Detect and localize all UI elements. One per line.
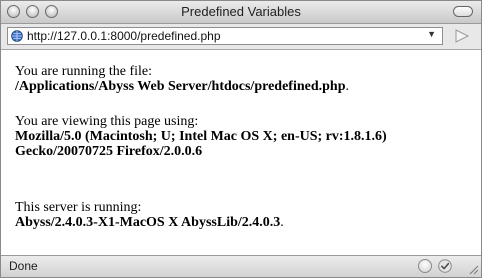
browser-window: Predefined Variables http://127.0.0.1:80… [0, 0, 482, 278]
window-title: Predefined Variables [181, 4, 301, 19]
title-bar[interactable]: Predefined Variables [1, 1, 481, 24]
security-status-icon[interactable] [438, 259, 452, 273]
server-label: This server is running: [15, 200, 142, 215]
running-file-period: . [345, 79, 349, 94]
server-software: Abyss/2.4.0.3-X1-MacOS X AbyssLib/2.4.0.… [15, 215, 281, 230]
page-content: You are running the file: /Applications/… [1, 50, 481, 255]
server-period: . [280, 215, 284, 230]
status-indicator-icon [418, 259, 432, 273]
running-file-path: /Applications/Abyss Web Server/htdocs/pr… [15, 79, 346, 94]
user-agent-label: You are viewing this page using: [15, 114, 199, 129]
go-button[interactable] [449, 27, 473, 45]
resize-grip-icon[interactable] [467, 263, 479, 275]
running-file-label: You are running the file: [15, 64, 152, 79]
toolbar-toggle-button[interactable] [453, 6, 473, 17]
user-agent-line-1: Mozilla/5.0 (Macintosh; U; Intel Mac OS … [15, 129, 387, 144]
status-text: Done [9, 259, 38, 273]
status-bar: Done [1, 255, 481, 277]
paragraph-running-file: You are running the file: /Applications/… [15, 64, 475, 94]
url-text: http://127.0.0.1:8000/predefined.php [27, 29, 221, 43]
url-field[interactable]: http://127.0.0.1:8000/predefined.php ▼ [7, 27, 443, 45]
url-history-dropdown-icon[interactable]: ▼ [427, 29, 436, 39]
paragraph-server: This server is running: Abyss/2.4.0.3-X1… [15, 200, 475, 230]
user-agent-line-2: Gecko/20070725 Firefox/2.0.0.6 [15, 144, 203, 159]
globe-icon [11, 30, 23, 42]
paragraph-user-agent: You are viewing this page using: Mozilla… [15, 114, 475, 159]
address-bar: http://127.0.0.1:8000/predefined.php ▼ [1, 24, 481, 50]
